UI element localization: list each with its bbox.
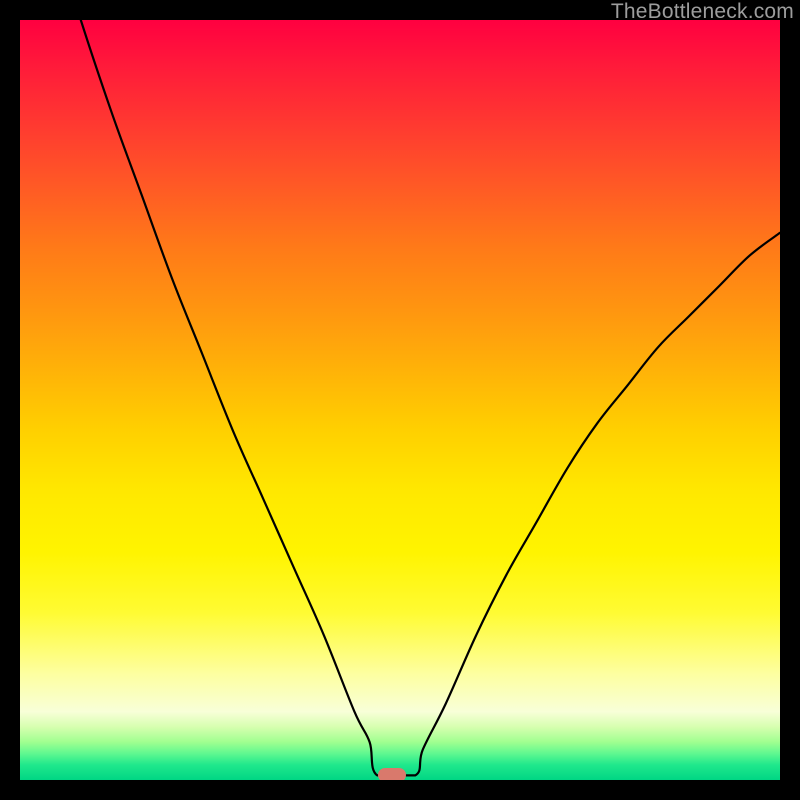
plot-area <box>20 20 780 780</box>
optimum-marker <box>378 768 406 780</box>
bottleneck-curve <box>20 20 780 780</box>
chart-frame: TheBottleneck.com <box>0 0 800 800</box>
